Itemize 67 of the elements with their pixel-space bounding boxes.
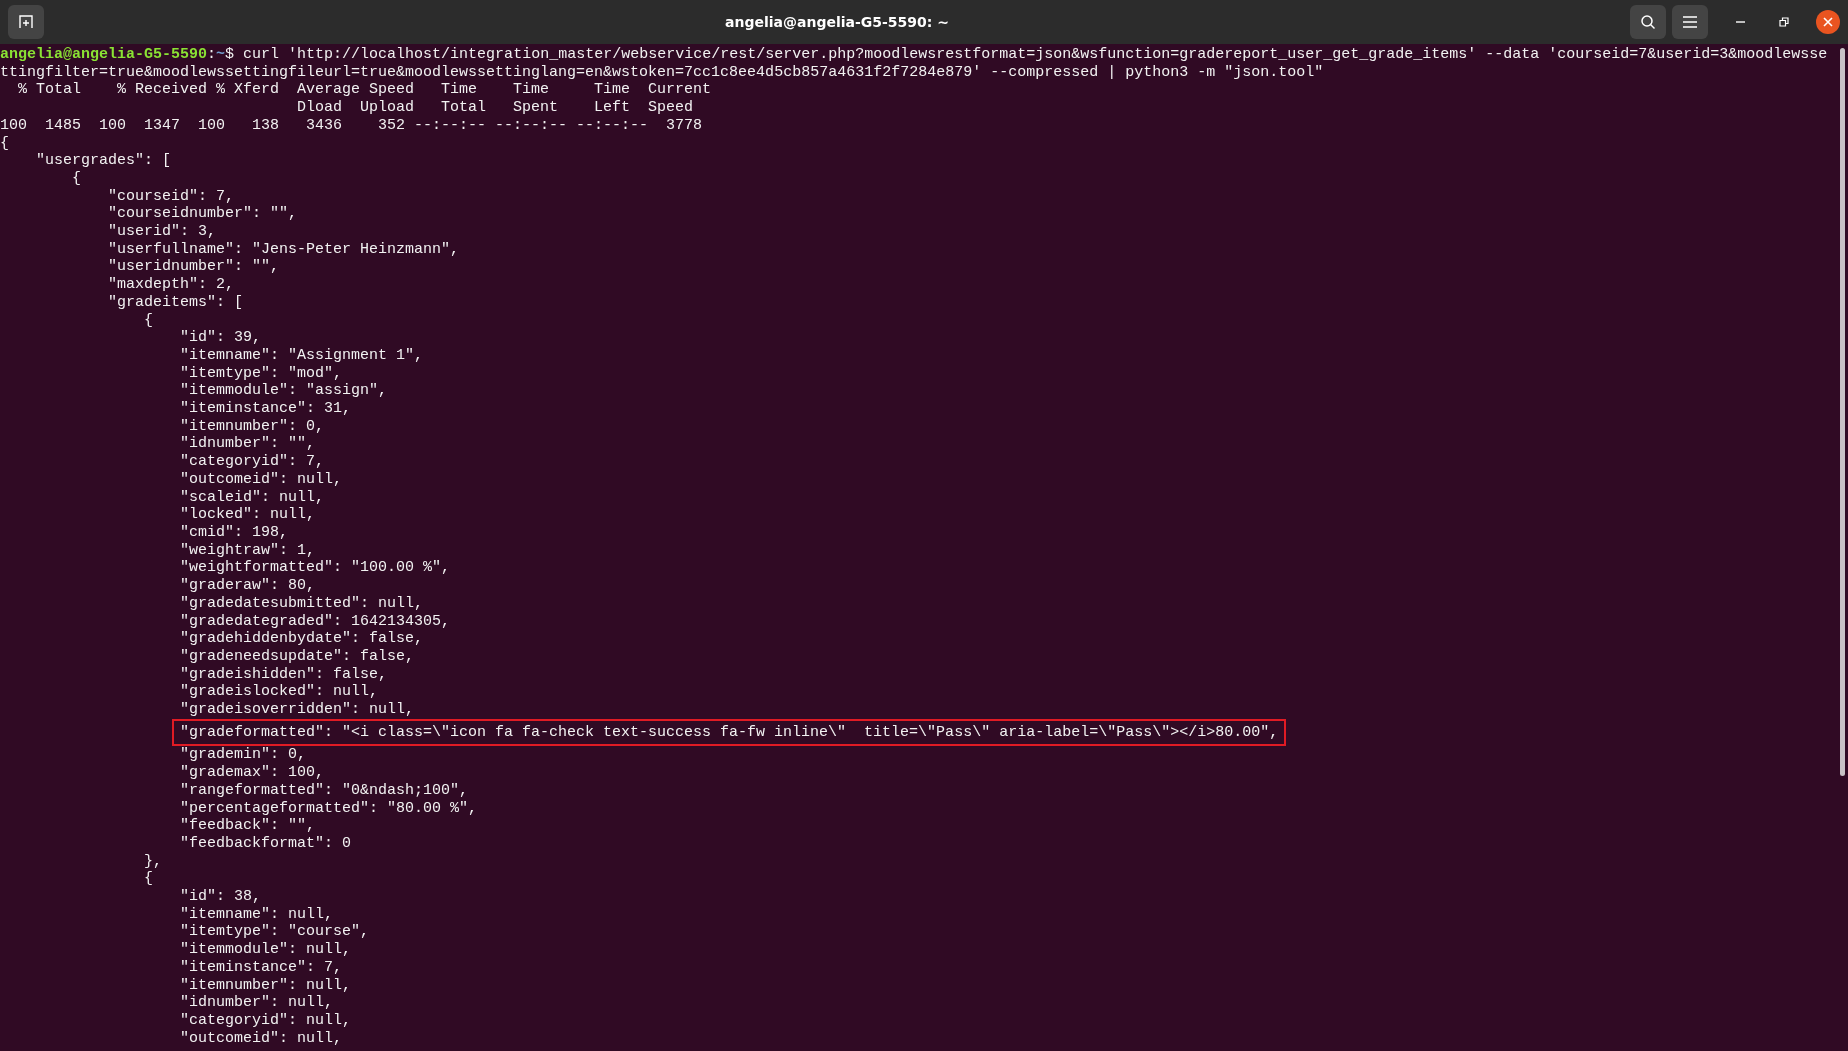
output-line: "itemmodule": "assign", [179,382,388,401]
output-line: "courseid": 7, [107,187,235,206]
menu-icon [1683,16,1697,28]
output-line: "grademax": 100, [179,764,325,782]
output-line: "feedbackformat": 0 [179,834,352,853]
output-line: }, [143,852,163,871]
output-line: "usergrades": [ [35,152,172,170]
output-line: "itemname": null, [179,905,334,924]
close-button[interactable] [1816,10,1840,34]
output-line: "gradeislocked": null, [179,683,379,701]
window-title: angelia@angelia-G5-5590: ~ [724,14,950,30]
minimize-icon [1735,21,1745,23]
output-line: "gradedatesubmitted": null, [179,594,424,613]
output-line: Dload Upload Total Spent Left Speed [296,99,694,117]
new-tab-icon [18,14,34,30]
output-line: "gradeisoverridden": null, [179,701,415,719]
search-button[interactable] [1630,5,1666,39]
output-line: "itemnumber": null, [179,976,352,995]
output-line: "gradeneedsupdate": false, [179,647,415,666]
output-line: "itemtype": "course", [179,923,370,942]
output-line: "categoryid": null, [179,1011,352,1030]
output-line: "useridnumber": "", [107,258,280,277]
output-line: "itemmodule": null, [179,941,352,959]
output-line: "categoryid": 7, [179,453,325,471]
output-line: "idnumber": "", [179,435,316,454]
output-line: "gradedategraded": 1642134305, [179,612,451,631]
output-line: "courseidnumber": "", [107,205,298,224]
output-line: "graderaw": 80, [179,577,316,595]
output-line: "scaleid": null, [179,488,325,507]
output-line: "id": 39, [179,329,262,347]
close-icon [1823,17,1833,27]
output-line: "grademin": 0, [179,746,307,765]
output-line: "idnumber": null, [179,994,334,1012]
output-line: "percentageformatted": "80.00 %", [179,799,478,818]
output-line: "feedback": "", [179,817,316,835]
output-line: "iteminstance": 31, [179,400,352,418]
output-line: { [143,870,154,889]
output-line: "rangeformatted": "0&ndash;100", [179,781,469,800]
output-line: 100 1485 100 1347 100 138 3436 352 --:--:-- --:--:-- --:--:-- 3778 [0,116,703,135]
new-tab-button[interactable] [8,5,44,39]
output-line: "userfullname": "Jens-Peter Heinzmann", [107,240,460,259]
output-line: "weightformatted": "100.00 %", [179,559,451,578]
output-line: % Total % Received % Xferd Average Speed Time Time Time Current [17,81,712,100]
restore-icon [1779,17,1789,27]
output-line: { [71,169,81,188]
menu-button[interactable] [1672,5,1708,39]
output-line: "itemname": "Assignment 1", [179,346,424,365]
output-line: "outcomeid": null, [179,470,343,489]
output-line: "id": 38, [179,888,262,906]
scrollbar[interactable] [1840,48,1845,776]
output-line: "maxdepth": 2, [107,276,235,294]
command-line: ttingfilter=true&moodlewssettingfileurl=true&moodlewssettinglang=en&wstoken=7cc1c8ee4d5cb857a4631f2f7284e879' --compressed | python3 -m "json.tool" [0,63,1324,82]
output-line: "itemnumber": 0, [179,417,325,436]
output-line: "cmid": 198, [179,524,289,542]
output-line: "userid": 3, [107,223,217,241]
output-line: "outcomeid": null, [179,1029,343,1048]
output-line: "locked": null, [179,506,316,524]
output-line: { [0,134,9,153]
prompt-line: angelia@angelia-G5-5590:~$ curl 'http://localhost/integration_master/webservice/rest/server.php?moodlewsrestformat=json&wsfunction=gradereport_user_get_grade_items' --data 'courseid=7&userid=3&moodlewsse [0,46,1828,64]
output-line: "itemtype": "mod", [179,364,343,383]
output-line: "gradeishidden": false, [179,665,388,684]
output-line: "iteminstance": 7, [179,958,343,977]
output-line: { [143,311,154,330]
output-line: "gradeitems": [ [107,293,244,312]
output-line: "weightraw": 1, [179,541,316,560]
search-icon [1640,14,1656,30]
output-line: "gradehiddenbydate": false, [179,630,424,648]
